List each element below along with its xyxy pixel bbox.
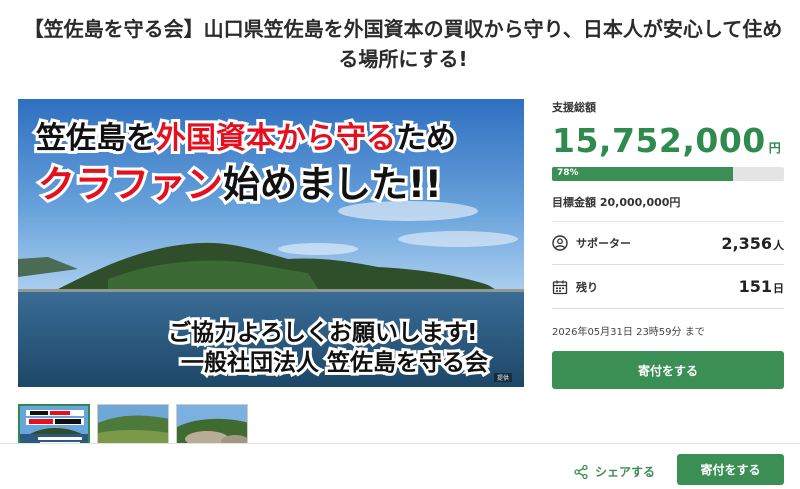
progress-fill <box>552 167 733 181</box>
user-circle-icon <box>552 235 568 251</box>
total-amount: 15,752,000 円 <box>552 121 782 160</box>
funding-panel: 支援総額 15,752,000 円 78% 目標金額 20,000,000円 サポ… <box>552 99 784 389</box>
thumbnail-2[interactable] <box>97 404 169 445</box>
footer-action-bar: シェアする 寄付をする <box>0 443 800 489</box>
photo-credit: 提供 <box>493 373 512 382</box>
remaining-row: 残り 151日 <box>552 265 784 309</box>
hero-subline-1: ご協力よろしくお願いします! <box>165 317 480 349</box>
supporters-row: サポーター 2,356人 <box>552 221 784 265</box>
hero-headline-2: クラファン始めました!! <box>35 160 445 209</box>
remaining-label: 残り <box>576 280 598 294</box>
hero-subline-2: 一般社団法人 笠佐島を守る会 <box>178 347 491 379</box>
progress-percent: 78% <box>557 168 579 178</box>
supporters-label: サポーター <box>576 237 631 250</box>
thumbnail-strip <box>18 404 248 445</box>
thumbnail-1[interactable] <box>18 404 90 445</box>
hero-headline-1: 笠佐島を外国資本から守るため <box>33 118 459 159</box>
deadline-text: 2026年05月31日 23時59分 まで <box>552 327 705 338</box>
total-label: 支援総額 <box>552 101 596 114</box>
share-icon <box>574 464 588 479</box>
calendar-icon <box>552 280 568 294</box>
donate-button[interactable]: 寄付をする <box>552 351 784 389</box>
footer-donate-button[interactable]: 寄付をする <box>677 454 784 485</box>
progress-bar: 78% <box>552 167 784 181</box>
goal-amount: 目標金額 20,000,000円 <box>552 196 681 209</box>
supporters-count: 2,356人 <box>721 233 784 253</box>
share-button[interactable]: シェアする <box>574 463 655 480</box>
page-title: 【笠佐島を守る会】山口県笠佐島を外国資本の買収から守り、日本人が安心して住める場… <box>23 17 783 71</box>
remaining-days: 151日 <box>738 277 784 296</box>
share-label: シェアする <box>595 465 656 479</box>
thumbnail-3[interactable] <box>176 404 248 445</box>
hero-image: 笠佐島を外国資本から守るため クラファン始めました!! ご協力よろしくお願いしま… <box>18 99 524 387</box>
